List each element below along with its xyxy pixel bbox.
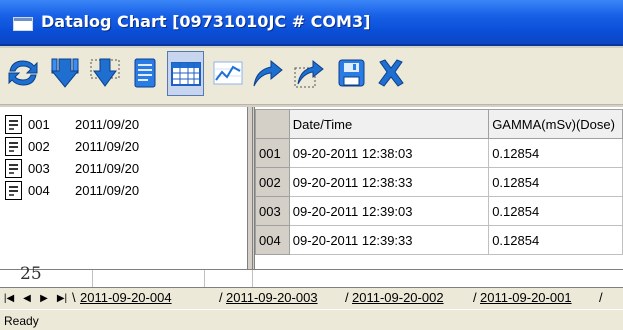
chart-view-button[interactable]: [209, 52, 246, 94]
log-file-icon: [5, 114, 22, 134]
tab-separator: /: [473, 290, 477, 305]
data-grid: Date/Time GAMMA(mSv)(Dose) 001 09-20-201…: [252, 107, 623, 269]
export-select-icon: [294, 59, 324, 88]
data-table: Date/Time GAMMA(mSv)(Dose) 001 09-20-201…: [255, 109, 623, 255]
log-date: 2011/09/20: [75, 138, 140, 154]
table-row[interactable]: 004 09-20-2011 12:39:33 0.12854: [255, 225, 623, 255]
sheet-tab-003[interactable]: 2011-09-20-003: [226, 289, 318, 308]
row-header[interactable]: 003: [255, 196, 290, 226]
log-file-icon: [5, 158, 22, 178]
refresh-arrows-icon: [8, 60, 37, 86]
table-header-row: Date/Time GAMMA(mSv)(Dose): [255, 109, 623, 139]
toolbar: [0, 48, 623, 105]
table-view-button[interactable]: [167, 51, 204, 96]
sheet-tab-001[interactable]: 2011-09-20-001: [480, 289, 572, 308]
document-button[interactable]: [126, 52, 163, 94]
save-button[interactable]: [332, 52, 369, 94]
title-bar[interactable]: Datalog Chart [09731010JC # COM3]: [0, 0, 623, 46]
window-title: Datalog Chart [09731010JC # COM3]: [41, 12, 371, 31]
log-list: 001 2011/09/20 002 2011/09/20 003 2011/0…: [0, 107, 248, 269]
cell-gamma[interactable]: 0.12854: [488, 225, 623, 255]
cell-datetime[interactable]: 09-20-2011 12:38:33: [288, 167, 490, 197]
next-sheet-icon[interactable]: ▶: [37, 291, 51, 305]
floppy-disk-icon: [338, 59, 364, 87]
column-header-datetime[interactable]: Date/Time: [288, 109, 490, 139]
sheet-tab-004[interactable]: 2011-09-20-004: [80, 289, 172, 308]
last-sheet-icon[interactable]: ▶|: [55, 291, 69, 305]
export-button[interactable]: [249, 52, 286, 94]
first-sheet-icon[interactable]: |◀: [2, 291, 16, 305]
strip-divider: [252, 270, 253, 288]
cell-datetime[interactable]: 09-20-2011 12:39:33: [288, 225, 490, 255]
log-number: 002: [28, 138, 50, 154]
export-selected-button[interactable]: [290, 52, 327, 94]
close-button[interactable]: [372, 52, 409, 94]
tab-separator: /: [345, 290, 349, 305]
tab-separator: /: [599, 290, 603, 305]
status-text: Ready: [4, 314, 39, 328]
export-arrow-icon: [253, 59, 283, 87]
strip-divider: [204, 270, 205, 288]
strip-divider: [92, 270, 93, 288]
table-row[interactable]: 003 09-20-2011 12:39:03 0.12854: [255, 196, 623, 226]
close-x-icon: [377, 59, 404, 87]
download-all-button[interactable]: [46, 52, 83, 94]
log-number: 003: [28, 160, 50, 176]
tab-separator: \: [72, 290, 76, 305]
cell-gamma[interactable]: 0.12854: [488, 138, 623, 168]
column-header-gamma[interactable]: GAMMA(mSv)(Dose): [488, 109, 623, 139]
refresh-button[interactable]: [4, 52, 41, 94]
log-number: 004: [28, 182, 50, 198]
corner-cell[interactable]: [255, 109, 290, 139]
cell-gamma[interactable]: 0.12854: [488, 167, 623, 197]
app-window-icon: [13, 17, 33, 31]
log-number: 001: [28, 116, 50, 132]
download-select-icon: [90, 58, 119, 87]
cell-datetime[interactable]: 09-20-2011 12:39:03: [288, 196, 490, 226]
download-arrow-icon: [50, 58, 79, 88]
sheet-tabs-bar: |◀ ◀ ▶ ▶| \ 2011-09-20-004 / 2011-09-20-…: [0, 287, 623, 309]
log-date: 2011/09/20: [75, 116, 140, 132]
list-item[interactable]: 002 2011/09/20: [5, 136, 241, 156]
line-chart-icon: [213, 61, 242, 85]
table-row[interactable]: 001 09-20-2011 12:38:03 0.12854: [255, 138, 623, 168]
status-bar: Ready: [0, 309, 623, 330]
partial-row-strip: 25: [0, 264, 623, 288]
sheet-tab-002[interactable]: 2011-09-20-002: [352, 289, 444, 308]
list-item[interactable]: 004 2011/09/20: [5, 180, 241, 200]
row-header[interactable]: 004: [255, 225, 290, 255]
download-selected-button[interactable]: [86, 52, 123, 94]
row-header[interactable]: 002: [255, 167, 290, 197]
row-header[interactable]: 001: [255, 138, 290, 168]
cell-gamma[interactable]: 0.12854: [488, 196, 623, 226]
cell-datetime[interactable]: 09-20-2011 12:38:03: [288, 138, 490, 168]
tab-separator: /: [219, 290, 223, 305]
log-date: 2011/09/20: [75, 160, 140, 176]
log-date: 2011/09/20: [75, 182, 140, 198]
partial-text-fragment: 25: [20, 264, 42, 284]
list-item[interactable]: 001 2011/09/20: [5, 114, 241, 134]
log-file-icon: [5, 180, 22, 200]
list-item[interactable]: 003 2011/09/20: [5, 158, 241, 178]
log-file-icon: [5, 136, 22, 156]
document-icon: [134, 58, 155, 88]
table-icon: [170, 61, 201, 86]
prev-sheet-icon[interactable]: ◀: [20, 291, 34, 305]
table-row[interactable]: 002 09-20-2011 12:38:33 0.12854: [255, 167, 623, 197]
